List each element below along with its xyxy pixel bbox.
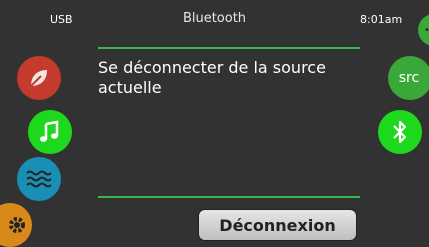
music-note-icon [37,119,63,145]
bluetooth-button[interactable] [378,110,422,154]
spa-control-screen: USB Bluetooth 8:01am • [0,0,429,247]
more-icon: • [424,25,429,36]
disconnect-button[interactable]: Déconnexion [198,209,357,241]
ecology-button[interactable] [17,56,61,100]
leaf-icon [26,65,52,91]
bluetooth-icon [389,119,411,145]
bottom-divider [98,196,360,198]
disconnect-message: Se déconnecter de la source actuelle [98,58,326,97]
top-divider [98,47,360,49]
gear-icon [6,214,28,236]
audio-button[interactable] [28,110,72,154]
clock: 8:01am [360,13,403,26]
src-icon: src [398,70,420,86]
source-button[interactable]: src [388,56,429,100]
water-waves-icon [25,167,53,191]
water-button[interactable] [17,157,61,201]
settings-button[interactable] [0,203,32,247]
